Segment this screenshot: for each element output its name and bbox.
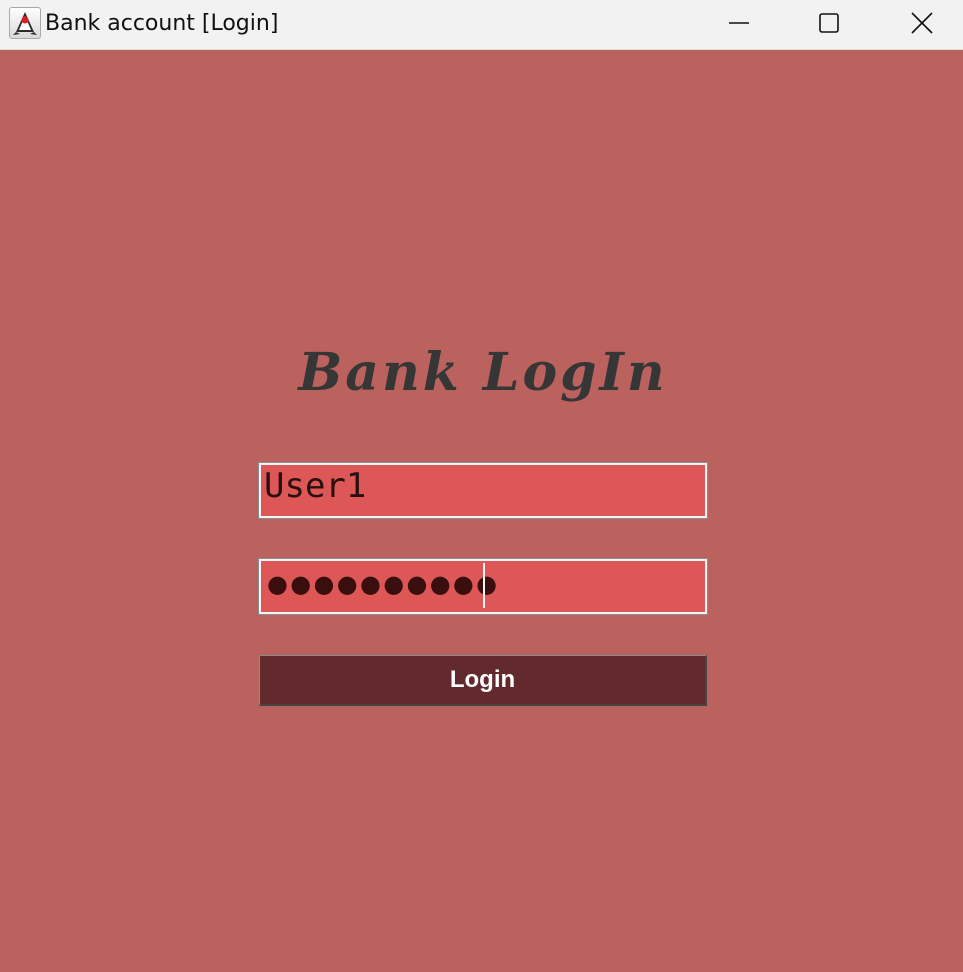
maximize-button[interactable] (784, 0, 874, 46)
minimize-button[interactable] (694, 0, 784, 46)
close-icon (911, 12, 933, 34)
app-window: Bank account [Login] Bank LogIn User1 ●●… (0, 0, 963, 972)
java-duke-icon (9, 7, 41, 39)
text-caret (483, 563, 485, 608)
title-bar[interactable]: Bank account [Login] (0, 0, 963, 50)
username-field[interactable]: User1 (258, 462, 708, 519)
password-mask: ●●●●●●●●●● (267, 570, 500, 598)
close-button[interactable] (877, 0, 963, 46)
maximize-icon (819, 13, 839, 33)
page-title: Bank LogIn (298, 342, 668, 403)
login-panel: Bank LogIn User1 ●●●●●●●●●● Login (0, 51, 963, 972)
window-title: Bank account [Login] (45, 11, 279, 36)
password-field[interactable]: ●●●●●●●●●● (258, 558, 708, 615)
login-button[interactable]: Login (259, 655, 707, 706)
minimize-icon (729, 22, 749, 24)
